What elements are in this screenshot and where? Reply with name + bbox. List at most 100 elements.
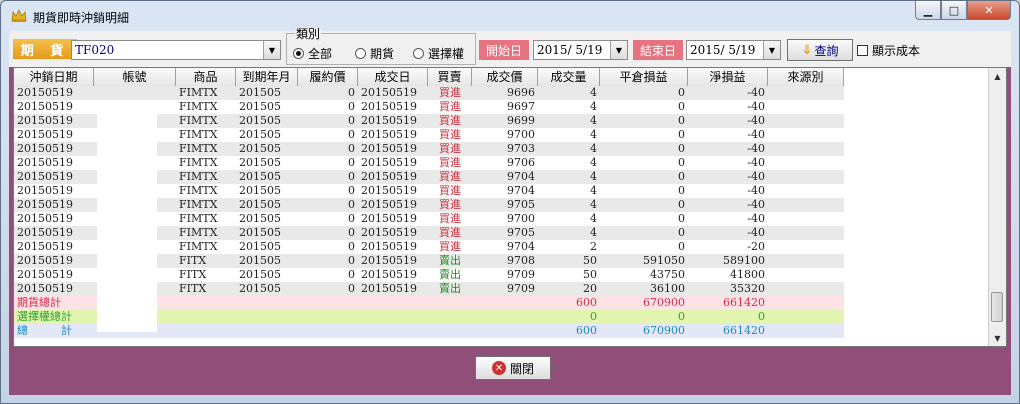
table-cell: 20 [538,282,600,296]
column-header[interactable]: 來源別 [768,68,844,86]
radio-futures[interactable]: 期貨 [355,45,394,62]
query-button-label: 查詢 [814,43,839,58]
close-window-button[interactable]: ✕ [967,1,1011,20]
radio-all-dot[interactable] [293,48,304,59]
table-cell: -40 [688,86,768,100]
column-header[interactable]: 到期年月 [236,68,298,86]
detail-grid[interactable]: 沖銷日期 帳號 商品 到期年月 履約價 成交日 買賣 成交價 成交量 平倉損益 淨損益 來源別 201… [13,67,1007,347]
chevron-down-icon[interactable]: ▼ [610,41,627,59]
table-cell: 201505 [236,198,298,212]
table-cell [768,226,844,240]
show-cost-box[interactable] [857,45,868,56]
maximize-button[interactable]: □ [941,1,967,20]
table-cell: FIMTX [176,114,236,128]
table-cell: 賣出 [428,254,472,268]
table-cell: 20150519 [14,240,94,254]
column-header[interactable]: 成交日 [358,68,428,86]
scroll-down-icon[interactable]: ▼ [989,330,1006,346]
table-cell: 9706 [472,156,538,170]
column-header[interactable]: 買賣 [428,68,472,86]
chevron-down-icon[interactable]: ▼ [263,41,280,59]
summary-cell: 0 [688,310,768,324]
column-header[interactable]: 平倉損益 [600,68,688,86]
table-row[interactable]: 20150519 FIMTX 201505 0 20150519 買進 9696 4 0 -40 [14,86,844,100]
table-cell: 0 [298,226,358,240]
minimize-button[interactable]: ▁ [915,1,941,20]
table-cell: 買進 [428,240,472,254]
close-button[interactable]: ✕ 關閉 [475,356,551,380]
table-cell [768,184,844,198]
summary-cell [428,324,472,338]
table-cell: 20150519 [14,184,94,198]
table-cell: 0 [600,142,688,156]
table-cell: 0 [600,128,688,142]
table-cell: 4 [538,184,600,198]
table-cell [768,156,844,170]
table-cell [768,282,844,296]
category-group: 類別 全部 期貨 選擇權 [286,28,476,65]
table-cell: 買進 [428,114,472,128]
table-cell: 20150519 [14,114,94,128]
table-cell [768,114,844,128]
table-cell: 41800 [688,268,768,282]
column-header[interactable]: 履約價 [298,68,358,86]
query-button[interactable]: ⇓ 查詢 [787,39,853,61]
summary-cell: 670900 [600,324,688,338]
radio-all[interactable]: 全部 [293,45,332,62]
table-cell: 201505 [236,170,298,184]
table-cell: -40 [688,184,768,198]
table-cell: 35320 [688,282,768,296]
radio-options-dot[interactable] [413,48,424,59]
end-date-picker[interactable]: 2015/ 5/19 ▼ [686,40,781,60]
table-cell: 9697 [472,100,538,114]
table-cell: -20 [688,240,768,254]
vertical-scrollbar[interactable]: ▲ ▼ [988,68,1006,346]
start-date-picker[interactable]: 2015/ 5/19 ▼ [533,40,628,60]
table-cell: 20150519 [14,212,94,226]
table-cell: 0 [298,212,358,226]
table-cell: 20150519 [358,86,428,100]
summary-cell [236,310,298,324]
table-cell: 43750 [600,268,688,282]
summary-cell [358,296,428,310]
table-cell: 4 [538,212,600,226]
radio-futures-dot[interactable] [355,48,366,59]
table-cell: FITX [176,254,236,268]
table-cell: 20150519 [358,184,428,198]
column-header[interactable]: 沖銷日期 [14,68,94,86]
table-cell: 買進 [428,142,472,156]
category-group-title: 類別 [295,27,322,41]
chevron-down-icon[interactable]: ▼ [763,41,780,59]
table-cell [94,100,176,114]
title-bar[interactable]: 期貨即時沖銷明細 ▁ □ ✕ [1,1,1019,31]
scroll-up-icon[interactable]: ▲ [989,68,1006,84]
summary-cell [176,310,236,324]
account-combo[interactable]: TF020 ▼ [71,40,281,60]
column-header[interactable]: 成交量 [538,68,600,86]
column-header[interactable]: 成交價 [472,68,538,86]
column-header[interactable]: 帳號 [94,68,176,86]
table-cell: 20150519 [14,156,94,170]
scroll-thumb[interactable] [991,292,1003,322]
table-cell: 20150519 [358,254,428,268]
radio-futures-label: 期貨 [370,47,395,61]
table-cell: 20150519 [358,100,428,114]
radio-options[interactable]: 選擇權 [413,45,464,62]
show-cost-checkbox[interactable]: 顯示成本 [857,42,920,59]
column-header[interactable]: 商品 [176,68,236,86]
table-cell: 20150519 [358,268,428,282]
summary-cell: 670900 [600,296,688,310]
table-cell: 9696 [472,86,538,100]
table-cell: FIMTX [176,142,236,156]
summary-cell: 總 計 [14,324,94,338]
table-cell: 201505 [236,212,298,226]
table-cell: 201505 [236,282,298,296]
table-cell: 9699 [472,114,538,128]
column-header[interactable]: 淨損益 [688,68,768,86]
table-cell: 20150519 [14,86,94,100]
arrow-down-icon: ⇓ [801,42,813,58]
table-cell: 20150519 [358,212,428,226]
radio-all-label: 全部 [308,47,333,61]
table-cell: 201505 [236,184,298,198]
table-row[interactable]: 20150519 FIMTX 201505 0 20150519 買進 9697 4 0 -40 [14,100,844,114]
